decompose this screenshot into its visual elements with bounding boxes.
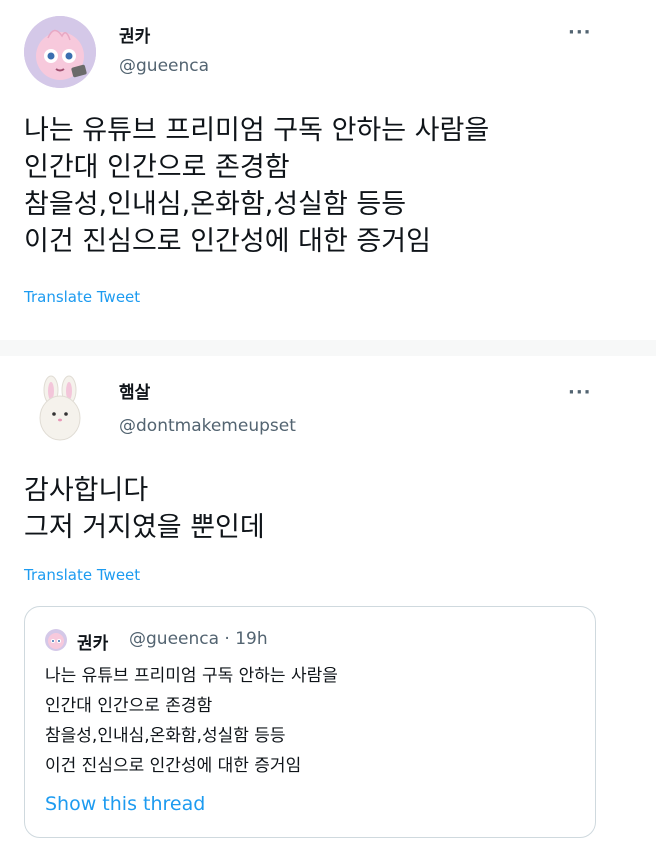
bunny-plush-avatar-icon [24, 372, 96, 444]
user-avatar[interactable] [24, 16, 96, 88]
user-handle[interactable]: @gueenca [119, 56, 209, 76]
translate-tweet-link[interactable]: Translate Tweet [24, 288, 140, 306]
more-options-icon[interactable]: ··· [568, 22, 592, 43]
tweet-text-line: 참을성,인내심,온화함,성실함 등등 [24, 189, 407, 220]
more-options-icon[interactable]: ··· [568, 382, 592, 403]
tweet-text: 감사합니다 그저 거지였을 뿐인데 [24, 472, 265, 546]
quoted-handle-time[interactable]: @gueenca · 19h [129, 629, 268, 649]
quoted-text-line: 나는 유튜브 프리미엄 구독 안하는 사람을 [45, 666, 338, 686]
quoted-user-avatar[interactable] [45, 629, 67, 651]
show-thread-link[interactable]: Show this thread [45, 793, 205, 815]
pink-puff-avatar-icon [45, 629, 67, 651]
pink-puff-avatar-icon [24, 16, 96, 88]
quoted-display-name[interactable]: 권카 [77, 629, 108, 654]
display-name[interactable]: 권카 [119, 22, 150, 47]
tweet-text-line: 이건 진심으로 인간성에 대한 증거임 [24, 226, 431, 257]
tweet-text-line: 인간대 인간으로 존경함 [24, 152, 290, 183]
tweet-text-line: 감사합니다 [24, 475, 149, 506]
tweet-text-line: 그저 거지였을 뿐인데 [24, 512, 265, 543]
tweet-card[interactable]: 햄살 @dontmakemeupset ··· 감사합니다 그저 거지였을 뿐인… [0, 356, 656, 858]
quoted-tweet[interactable]: 권카 @gueenca · 19h 나는 유튜브 프리미엄 구독 안하는 사람을… [24, 606, 596, 838]
tweet-card[interactable]: 권카 @gueenca ··· 나는 유튜브 프리미엄 구독 안하는 사람을 인… [0, 0, 656, 340]
translate-tweet-link[interactable]: Translate Tweet [24, 566, 140, 584]
quoted-tweet-text: 나는 유튜브 프리미엄 구독 안하는 사람을 인간대 인간으로 존경함 참을성,… [45, 661, 338, 781]
display-name[interactable]: 햄살 [119, 378, 150, 403]
quoted-text-line: 인간대 인간으로 존경함 [45, 696, 213, 716]
tweet-text-line: 나는 유튜브 프리미엄 구독 안하는 사람을 [24, 115, 490, 146]
user-handle[interactable]: @dontmakemeupset [119, 416, 296, 436]
user-avatar[interactable] [24, 372, 96, 444]
tweet-text: 나는 유튜브 프리미엄 구독 안하는 사람을 인간대 인간으로 존경함 참을성,… [24, 112, 489, 260]
quoted-text-line: 참을성,인내심,온화함,성실함 등등 [45, 726, 286, 746]
quoted-text-line: 이건 진심으로 인간성에 대한 증거임 [45, 756, 302, 776]
